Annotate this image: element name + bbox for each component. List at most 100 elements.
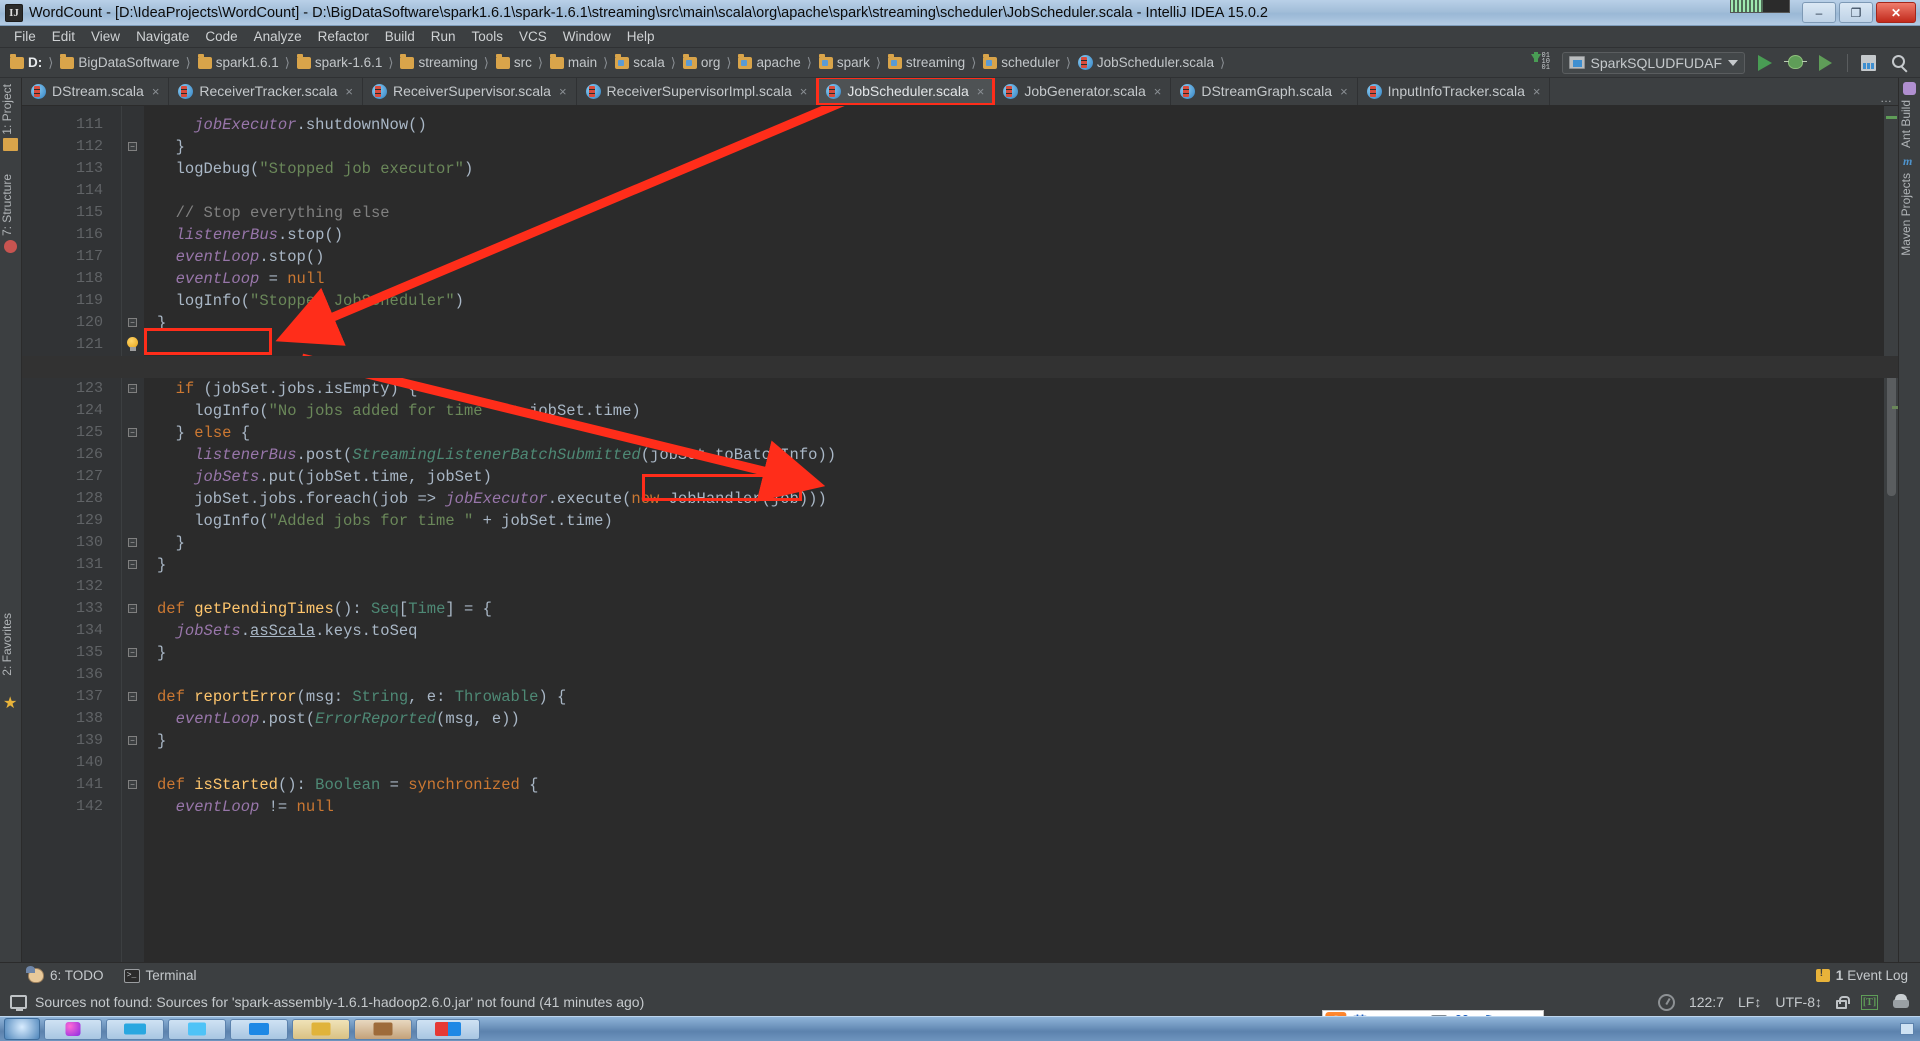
editor-tab[interactable]: ReceiverTracker.scala × bbox=[169, 78, 363, 105]
taskbar-item-3[interactable] bbox=[168, 1018, 226, 1040]
menu-window[interactable]: Window bbox=[555, 27, 619, 46]
close-icon[interactable]: × bbox=[559, 84, 567, 99]
close-icon[interactable]: × bbox=[1154, 84, 1162, 99]
close-icon[interactable]: × bbox=[977, 84, 985, 99]
close-icon[interactable]: × bbox=[800, 84, 808, 99]
tool-window-terminal[interactable]: >_ Terminal bbox=[123, 968, 197, 983]
menu-analyze[interactable]: Analyze bbox=[246, 27, 310, 46]
code-token: asScala bbox=[250, 622, 316, 640]
breadcrumb-item[interactable]: spark ⟩ bbox=[815, 50, 884, 76]
caret-position[interactable]: 122:7 bbox=[1689, 994, 1724, 1010]
close-icon[interactable]: × bbox=[1533, 84, 1541, 99]
tray-icon[interactable] bbox=[1900, 1023, 1914, 1035]
breadcrumb-item[interactable]: src ⟩ bbox=[492, 50, 546, 76]
menu-file[interactable]: File bbox=[6, 27, 44, 46]
breadcrumb-item[interactable]: org ⟩ bbox=[679, 50, 735, 76]
memory-gauge-icon[interactable] bbox=[1657, 993, 1675, 1011]
fold-toggle[interactable]: − bbox=[128, 318, 137, 327]
run-button[interactable] bbox=[1754, 52, 1776, 74]
taskbar-item-4[interactable] bbox=[230, 1018, 288, 1040]
scrollbar-thumb[interactable] bbox=[1887, 366, 1896, 496]
fold-toggle[interactable]: − bbox=[128, 736, 137, 745]
fold-toggle[interactable]: − bbox=[128, 648, 137, 657]
transparent-mode-icon[interactable]: [T] bbox=[1861, 994, 1878, 1010]
breadcrumb-item[interactable]: JobScheduler.scala ⟩ bbox=[1074, 50, 1228, 76]
sidebar-item-ant-build[interactable]: Ant Build bbox=[1899, 100, 1920, 148]
editor-tab[interactable]: DStream.scala × bbox=[22, 78, 170, 105]
taskbar-item-7[interactable] bbox=[416, 1018, 480, 1040]
breadcrumb-item[interactable]: main ⟩ bbox=[546, 50, 611, 76]
fold-toggle[interactable]: − bbox=[128, 780, 137, 789]
taskbar-item-5[interactable] bbox=[292, 1018, 350, 1040]
editor-tab-overflow[interactable]: … bbox=[1880, 91, 1898, 105]
breadcrumb-item[interactable]: apache ⟩ bbox=[734, 50, 814, 76]
breadcrumb-item[interactable]: scala ⟩ bbox=[611, 50, 679, 76]
menu-help[interactable]: Help bbox=[619, 27, 663, 46]
update-project-icon[interactable]: 01 10 01 bbox=[1530, 51, 1553, 73]
fold-toggle[interactable]: − bbox=[128, 604, 137, 613]
menu-navigate[interactable]: Navigate bbox=[128, 27, 197, 46]
code-line: eventLoop != null bbox=[157, 796, 334, 818]
fold-toggle[interactable]: − bbox=[128, 428, 137, 437]
editor-scrollbar[interactable] bbox=[1884, 106, 1898, 962]
fold-toggle[interactable]: − bbox=[128, 384, 137, 393]
fold-toggle[interactable]: − bbox=[128, 142, 137, 151]
inspector-icon[interactable] bbox=[1892, 994, 1910, 1010]
menu-code[interactable]: Code bbox=[197, 27, 245, 46]
taskbar-item-2[interactable] bbox=[106, 1018, 164, 1040]
start-button[interactable] bbox=[4, 1018, 40, 1040]
close-icon[interactable]: × bbox=[1340, 84, 1348, 99]
menu-vcs[interactable]: VCS bbox=[511, 27, 555, 46]
menu-edit[interactable]: Edit bbox=[44, 27, 83, 46]
close-icon[interactable]: × bbox=[345, 84, 353, 99]
debug-button[interactable] bbox=[1784, 52, 1807, 74]
taskbar-item-6[interactable] bbox=[354, 1018, 412, 1040]
close-icon[interactable]: × bbox=[152, 84, 160, 99]
tool-window-todo[interactable]: 6: TODO bbox=[26, 966, 104, 983]
run-with-coverage-button[interactable] bbox=[1816, 52, 1838, 74]
breadcrumb-item[interactable]: BigDataSoftware ⟩ bbox=[56, 50, 193, 76]
breadcrumb-item[interactable]: streaming ⟩ bbox=[396, 50, 491, 76]
restore-button[interactable]: ❐ bbox=[1839, 2, 1873, 23]
menu-run[interactable]: Run bbox=[423, 27, 464, 46]
sidebar-item-favorites[interactable]: 2: Favorites bbox=[0, 613, 22, 676]
event-log-button[interactable]: 1 Event Log bbox=[1815, 968, 1920, 983]
editor-tab[interactable]: ReceiverSupervisorImpl.scala × bbox=[577, 78, 818, 105]
fold-toggle[interactable]: − bbox=[128, 560, 137, 569]
fold-toggle[interactable]: − bbox=[128, 692, 137, 701]
code-text-area[interactable]: jobExecutor.shutdownNow() } logDebug("St… bbox=[144, 106, 1898, 962]
breadcrumb-item[interactable]: streaming ⟩ bbox=[884, 50, 979, 76]
fold-toggle[interactable]: − bbox=[128, 538, 137, 547]
line-number: 127 bbox=[75, 468, 103, 485]
editor-tab[interactable]: ReceiverSupervisor.scala × bbox=[363, 78, 577, 105]
breadcrumb-item[interactable]: spark1.6.1 ⟩ bbox=[194, 50, 293, 76]
breadcrumb-item[interactable]: spark-1.6.1 ⟩ bbox=[293, 50, 397, 76]
editor-tab[interactable]: JobScheduler.scala × bbox=[816, 78, 996, 105]
editor-tab[interactable]: DStreamGraph.scala × bbox=[1171, 78, 1358, 105]
status-message[interactable]: Sources not found: Sources for 'spark-as… bbox=[35, 994, 644, 1010]
code-folding-column[interactable]: −−−−−−−−−−−− bbox=[122, 106, 144, 962]
sidebar-item-project[interactable]: 1: Project bbox=[0, 84, 22, 135]
minimize-button[interactable]: – bbox=[1802, 2, 1836, 23]
search-everywhere-button[interactable] bbox=[1888, 52, 1910, 74]
editor-tab[interactable]: JobGenerator.scala × bbox=[994, 78, 1172, 105]
breadcrumb-item[interactable]: scheduler ⟩ bbox=[979, 50, 1074, 76]
project-structure-button[interactable] bbox=[1857, 52, 1879, 74]
close-button[interactable]: ✕ bbox=[1876, 2, 1916, 23]
menu-build[interactable]: Build bbox=[377, 27, 423, 46]
menu-view[interactable]: View bbox=[83, 27, 128, 46]
sidebar-item-maven-projects[interactable]: Maven Projects bbox=[1899, 173, 1920, 256]
unlocked-icon[interactable] bbox=[1836, 995, 1850, 1009]
menu-tools[interactable]: Tools bbox=[464, 27, 512, 46]
intention-bulb-icon[interactable] bbox=[126, 337, 139, 353]
sidebar-item-structure[interactable]: 7: Structure bbox=[0, 174, 22, 236]
line-number: 141 bbox=[75, 776, 103, 793]
line-separator[interactable]: LF↕ bbox=[1738, 994, 1761, 1010]
menu-refactor[interactable]: Refactor bbox=[310, 27, 377, 46]
file-encoding[interactable]: UTF-8↕ bbox=[1775, 994, 1822, 1010]
breadcrumb-item[interactable]: D: ⟩ bbox=[6, 50, 56, 76]
editor-tab[interactable]: InputInfoTracker.scala × bbox=[1358, 78, 1551, 105]
run-configuration-selector[interactable]: SparkSQLUDFUDAF bbox=[1561, 51, 1745, 74]
code-editor[interactable]: 1111121131141151161171181191201211221231… bbox=[22, 106, 1898, 962]
taskbar-item-1[interactable] bbox=[44, 1018, 102, 1040]
